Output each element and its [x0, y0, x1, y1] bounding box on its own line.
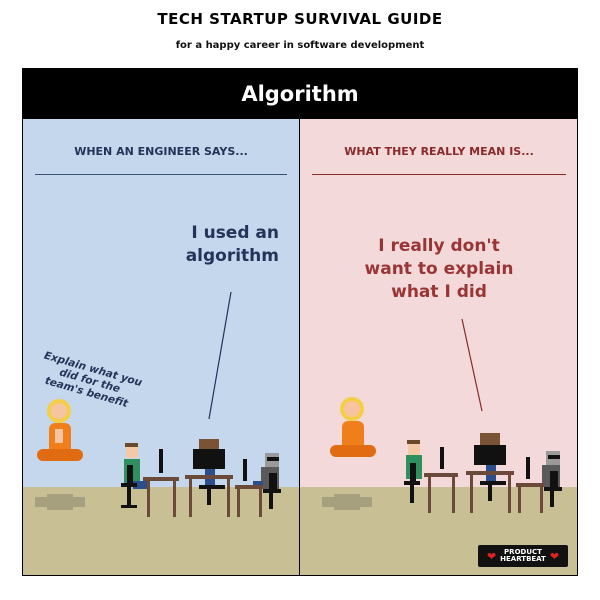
desk	[143, 477, 179, 481]
product-heartbeat-logo: ❤ PRODUCT HEARTBEAT ❤	[478, 545, 568, 567]
logo-text-line2: HEARTBEAT	[500, 555, 546, 563]
monitor	[526, 457, 530, 479]
monitor-back	[474, 445, 506, 465]
logo-text: PRODUCT HEARTBEAT	[500, 549, 546, 563]
page-title: TECH STARTUP SURVIVAL GUIDE	[157, 10, 443, 28]
monitor	[159, 449, 163, 473]
desk	[516, 483, 544, 487]
left-office-scene	[35, 291, 281, 517]
comic-panel: Algorithm WHEN AN ENGINEER SAYS... I use…	[22, 68, 578, 576]
monitor	[440, 447, 444, 469]
desk	[424, 473, 458, 477]
engineer-figure	[121, 443, 147, 508]
engineer-figure	[404, 440, 422, 503]
coworker-figure	[542, 451, 562, 507]
heart-icon: ❤	[549, 549, 560, 563]
speech-pointer-line	[461, 318, 483, 412]
right-office-scene	[322, 318, 562, 513]
comic-header: Algorithm	[23, 69, 577, 119]
coworker-figure	[474, 433, 506, 501]
speech-pointer-line	[208, 291, 232, 420]
desk	[466, 471, 514, 475]
heart-icon: ❤	[486, 549, 497, 563]
monitor	[243, 459, 247, 481]
right-panel: WHAT THEY REALLY MEAN IS... I really don…	[299, 119, 577, 575]
monitor-back	[193, 449, 225, 469]
page-subtitle: for a happy career in software developme…	[175, 40, 425, 51]
meditating-guru-figure	[37, 399, 83, 461]
left-panel: WHEN AN ENGINEER SAYS... I used an algor…	[23, 119, 299, 575]
desk	[235, 485, 263, 489]
meditating-guru-figure	[330, 397, 376, 457]
coworker-figure	[253, 453, 281, 509]
coworker-figure	[193, 439, 225, 505]
desk	[185, 475, 233, 479]
